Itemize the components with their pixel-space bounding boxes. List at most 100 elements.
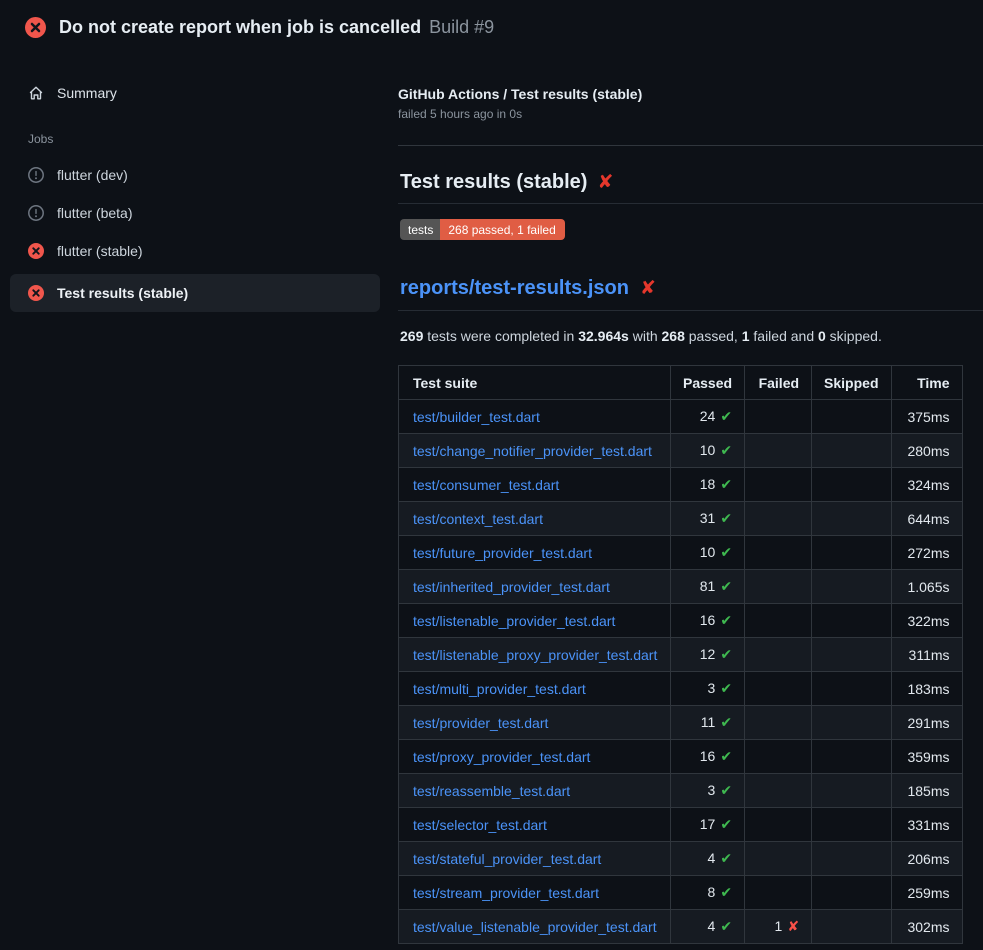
summary-text: failed and [750, 328, 819, 344]
test-suite-link[interactable]: test/reassemble_test.dart [413, 783, 570, 799]
test-summary-sentence: 269 tests were completed in 32.964s with… [398, 328, 983, 344]
test-suite-cell: test/listenable_provider_test.dart [399, 604, 671, 638]
table-row: test/selector_test.dart17✔331ms [399, 808, 963, 842]
skipped-cell [812, 502, 891, 536]
test-suite-link[interactable]: test/stateful_provider_test.dart [413, 851, 601, 867]
skipped-cell [812, 536, 891, 570]
summary-text: passed, [685, 328, 742, 344]
test-suite-cell: test/stream_provider_test.dart [399, 876, 671, 910]
time-cell: 331ms [891, 808, 962, 842]
time-cell: 272ms [891, 536, 962, 570]
time-cell: 322ms [891, 604, 962, 638]
test-suite-link[interactable]: test/provider_test.dart [413, 715, 548, 731]
table-row: test/builder_test.dart24✔375ms [399, 400, 963, 434]
test-suite-link[interactable]: test/value_listenable_provider_test.dart [413, 919, 657, 935]
time-cell: 291ms [891, 706, 962, 740]
count-value: 10 [700, 544, 716, 560]
passed-cell: 10✔ [671, 434, 745, 468]
col-header-passed: Passed [671, 366, 745, 400]
count-value: 18 [700, 476, 716, 492]
skipped-cell [812, 672, 891, 706]
check-icon: ✔ [720, 816, 732, 832]
table-row: test/stateful_provider_test.dart4✔206ms [399, 842, 963, 876]
count-value: 4 [708, 850, 716, 866]
sidebar-summary-label: Summary [57, 85, 117, 101]
skipped-cell [812, 468, 891, 502]
passed-cell: 16✔ [671, 740, 745, 774]
test-suite-link[interactable]: test/builder_test.dart [413, 409, 540, 425]
time-cell: 302ms [891, 910, 962, 944]
jobs-section-label: Jobs [28, 132, 390, 146]
test-suite-link[interactable]: test/proxy_provider_test.dart [413, 749, 590, 765]
sidebar-item-test-results-stable[interactable]: Test results (stable) [10, 274, 380, 312]
test-suite-link[interactable]: test/stream_provider_test.dart [413, 885, 599, 901]
check-run-breadcrumb: GitHub Actions / Test results (stable) [398, 86, 983, 102]
sidebar-item-flutter-stable[interactable]: flutter (stable) [10, 236, 380, 266]
sidebar-item-label: flutter (beta) [57, 205, 132, 221]
report-file-heading: reports/test-results.json ✘ [398, 277, 983, 311]
failed-cell [745, 536, 812, 570]
skipped-cell [812, 740, 891, 774]
time-cell: 183ms [891, 672, 962, 706]
test-suite-cell: test/builder_test.dart [399, 400, 671, 434]
test-suite-cell: test/future_provider_test.dart [399, 536, 671, 570]
sidebar-item-flutter-beta[interactable]: flutter (beta) [10, 198, 380, 228]
count-value: 1 [775, 918, 783, 934]
test-suite-link[interactable]: test/selector_test.dart [413, 817, 547, 833]
skipped-cell [812, 842, 891, 876]
test-suite-link[interactable]: test/inherited_provider_test.dart [413, 579, 610, 595]
check-icon: ✔ [720, 748, 732, 764]
test-suite-cell: test/context_test.dart [399, 502, 671, 536]
badge-label: tests [400, 219, 440, 240]
test-suite-link[interactable]: test/consumer_test.dart [413, 477, 559, 493]
failed-cell [745, 604, 812, 638]
failed-cell [745, 808, 812, 842]
test-suite-link[interactable]: test/future_provider_test.dart [413, 545, 592, 561]
time-cell: 311ms [891, 638, 962, 672]
jobs-list: flutter (dev) flutter (beta) flutter (stab… [0, 160, 390, 312]
table-row: test/inherited_provider_test.dart81✔1.06… [399, 570, 963, 604]
test-suite-cell: test/value_listenable_provider_test.dart [399, 910, 671, 944]
test-suite-cell: test/proxy_provider_test.dart [399, 740, 671, 774]
test-suite-link[interactable]: test/multi_provider_test.dart [413, 681, 586, 697]
passed-cell: 81✔ [671, 570, 745, 604]
home-icon [28, 85, 44, 101]
count-value: 31 [700, 510, 716, 526]
test-suite-cell: test/listenable_proxy_provider_test.dart [399, 638, 671, 672]
test-suite-link[interactable]: test/listenable_provider_test.dart [413, 613, 615, 629]
check-icon: ✔ [720, 408, 732, 424]
test-suite-link[interactable]: test/listenable_proxy_provider_test.dart [413, 647, 657, 663]
sidebar-item-summary[interactable]: Summary [10, 78, 380, 108]
table-header-row: Test suite Passed Failed Skipped Time [399, 366, 963, 400]
x-circle-fill-icon [28, 243, 44, 259]
check-icon: ✔ [720, 782, 732, 798]
x-circle-fill-icon [28, 285, 44, 301]
passed-count: 268 [662, 328, 685, 344]
check-icon: ✔ [720, 510, 732, 526]
check-icon: ✔ [720, 918, 732, 934]
test-suite-cell: test/reassemble_test.dart [399, 774, 671, 808]
time-cell: 324ms [891, 468, 962, 502]
check-icon: ✔ [720, 884, 732, 900]
skipped-cell [812, 876, 891, 910]
failed-cell [745, 434, 812, 468]
check-icon: ✔ [720, 476, 732, 492]
table-row: test/consumer_test.dart 18✔ 324ms [399, 468, 963, 502]
cross-mark-icon: ✘ [640, 279, 656, 298]
test-suite-link[interactable]: test/context_test.dart [413, 511, 543, 527]
failed-cell [745, 468, 812, 502]
test-suite-table: Test suite Passed Failed Skipped Time te… [398, 365, 963, 944]
count-value: 10 [700, 442, 716, 458]
stop-circle-icon [28, 205, 44, 221]
table-row: test/listenable_provider_test.dart16✔322… [399, 604, 963, 638]
sidebar-item-label: flutter (dev) [57, 167, 128, 183]
count-value: 16 [700, 612, 716, 628]
sidebar-item-flutter-dev[interactable]: flutter (dev) [10, 160, 380, 190]
count-value: 4 [708, 918, 716, 934]
skipped-cell [812, 638, 891, 672]
test-suite-link[interactable]: test/change_notifier_provider_test.dart [413, 443, 652, 459]
failed-cell [745, 876, 812, 910]
time-cell: 206ms [891, 842, 962, 876]
duration-value: 32.964s [578, 328, 629, 344]
cross-mark-icon: ✘ [597, 173, 613, 192]
